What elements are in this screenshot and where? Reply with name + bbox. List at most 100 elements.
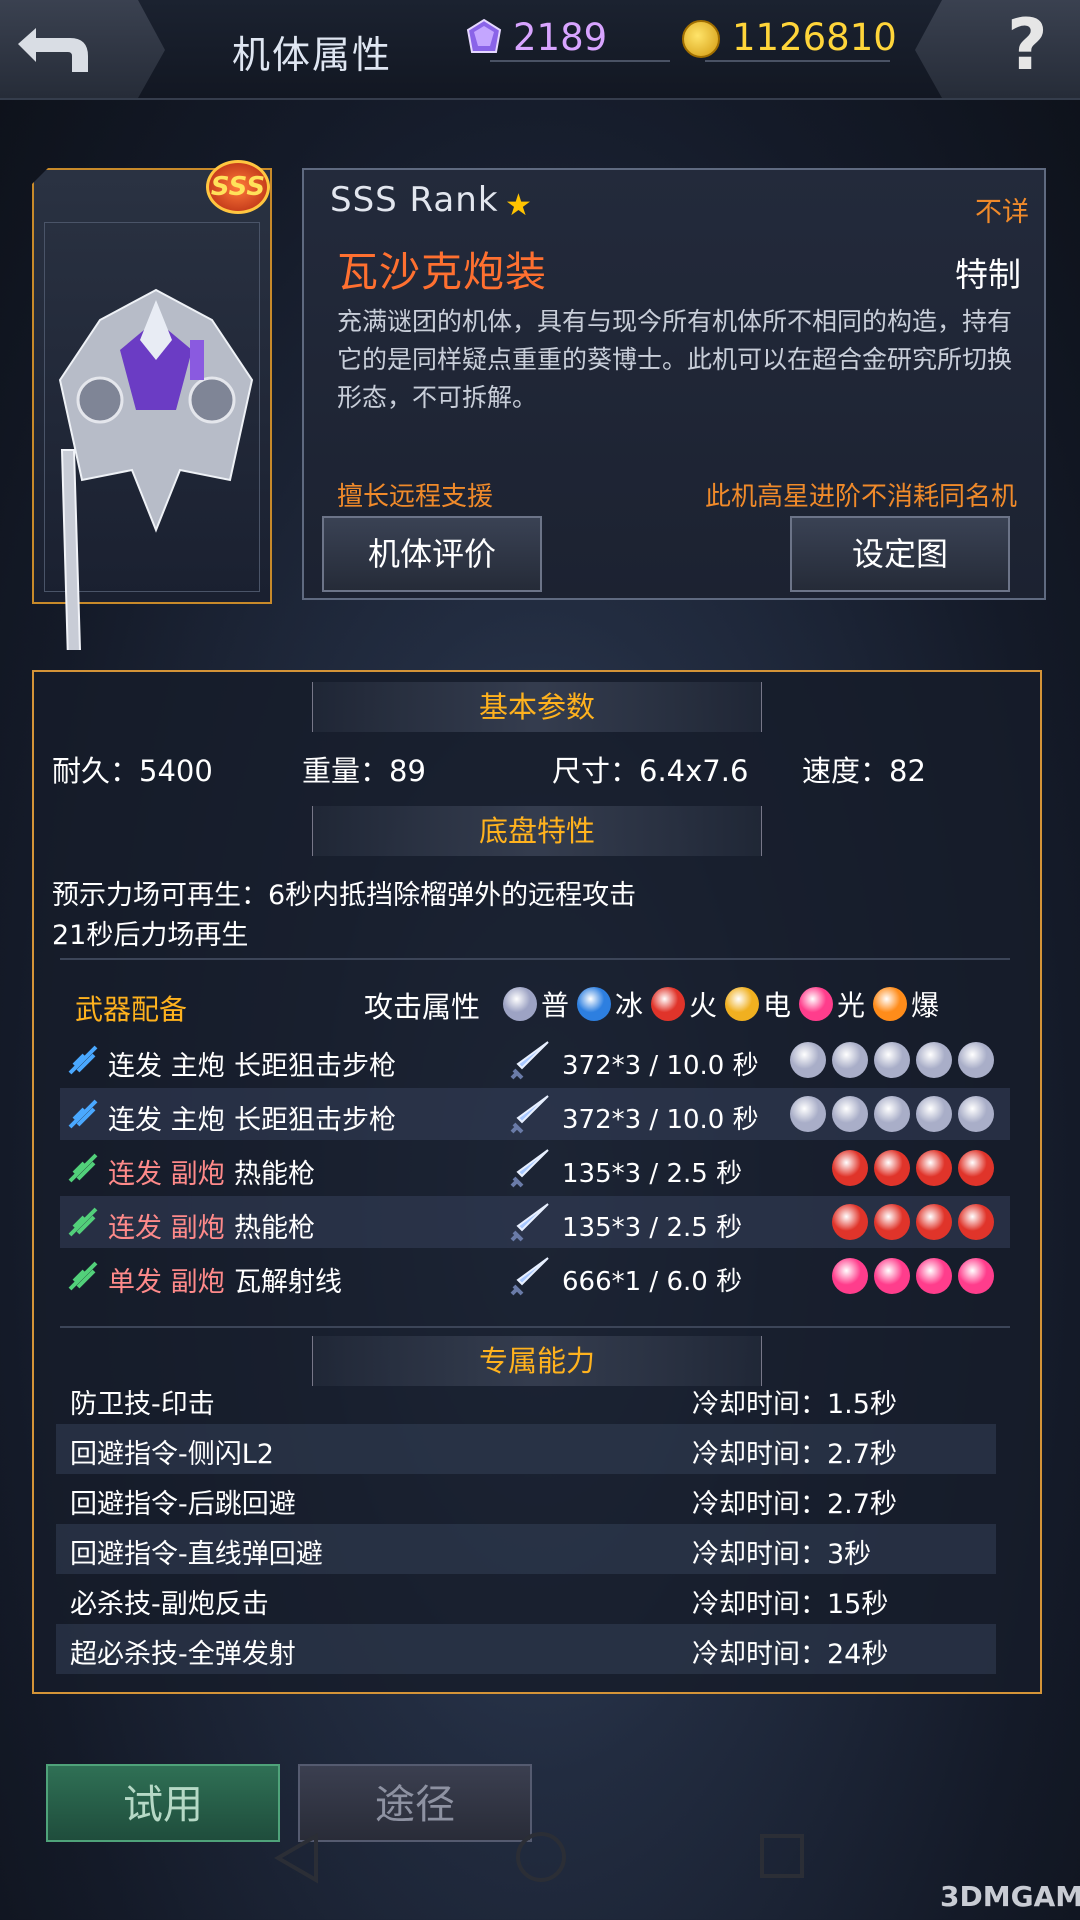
mech-description: 充满谜团的机体，具有与现今所有机体所不相同的构造，持有它的是同样疑点重重的葵博士… bbox=[337, 307, 1013, 412]
status-label: 不详 bbox=[975, 197, 1029, 228]
weapon-type-icon bbox=[68, 1153, 98, 1183]
element-slot-icon bbox=[832, 1204, 868, 1240]
ability-cooldown: 冷却时间：3秒 bbox=[692, 1539, 872, 1570]
sword-icon bbox=[510, 1149, 549, 1188]
element-slot-icon bbox=[958, 1204, 994, 1240]
element-slot-icon bbox=[958, 1096, 994, 1132]
ability-row: 必杀技-副炮反击 冷却时间：15秒 bbox=[56, 1574, 996, 1624]
try-button[interactable]: 试用 bbox=[46, 1764, 280, 1842]
ability-name: 必杀技-副炮反击 bbox=[70, 1589, 269, 1620]
element-slot-icon bbox=[874, 1042, 910, 1078]
element-slots bbox=[832, 1204, 994, 1240]
ability-name: 防卫技-印击 bbox=[70, 1390, 215, 1420]
weapon-name: 热能枪 bbox=[234, 1213, 315, 1244]
weapon-type: 连发 主炮 bbox=[108, 1105, 225, 1136]
ability-cooldown: 冷却时间：24秒 bbox=[692, 1639, 889, 1670]
weapon-type-icon bbox=[68, 1207, 98, 1237]
element-1: 冰 bbox=[577, 984, 643, 1024]
element-slot-icon bbox=[790, 1042, 826, 1078]
weapon-type: 连发 主炮 bbox=[108, 1051, 225, 1082]
weapon-type: 单发 副炮 bbox=[108, 1267, 225, 1298]
nav-recents-icon[interactable] bbox=[760, 1834, 804, 1878]
element-0: 普 bbox=[503, 984, 569, 1024]
chassis-line-2: 21秒后力场再生 bbox=[52, 920, 249, 951]
element-slot-icon bbox=[832, 1150, 868, 1186]
element-icon bbox=[725, 987, 759, 1021]
star-icon: ★ bbox=[505, 188, 532, 223]
basic-params-title: 基本参数 bbox=[312, 682, 762, 732]
attack-attribute-label: 攻击属性 bbox=[364, 990, 481, 1024]
weapon-damage: 135*3 / 2.5 秒 bbox=[562, 1159, 743, 1189]
upgrade-note: 此机高星进阶不消耗同名机 bbox=[705, 482, 1018, 512]
divider bbox=[60, 1326, 1010, 1328]
element-label: 普 bbox=[541, 989, 570, 1022]
ability-cooldown: 冷却时间：1.5秒 bbox=[692, 1390, 897, 1420]
element-slot-icon bbox=[874, 1150, 910, 1186]
help-icon: ? bbox=[1007, 4, 1048, 86]
ability-name: 回避指令-直线弹回避 bbox=[70, 1539, 323, 1570]
ability-name: 超必杀技-全弹发射 bbox=[70, 1639, 296, 1670]
sword-icon bbox=[510, 1041, 549, 1080]
watermark: 3DMGAME bbox=[940, 1880, 1080, 1913]
ability-row: 超必杀技-全弹发射 冷却时间：24秒 bbox=[56, 1624, 996, 1674]
chassis-description: 预示力场可再生：6秒内抵挡除榴弹外的远程攻击 21秒后力场再生 bbox=[52, 876, 636, 956]
element-slot-icon bbox=[916, 1204, 952, 1240]
back-button[interactable] bbox=[0, 0, 165, 98]
coin-count: 1126810 bbox=[732, 16, 897, 59]
concept-art-button[interactable]: 设定图 bbox=[790, 516, 1010, 592]
weapon-damage: 135*3 / 2.5 秒 bbox=[562, 1213, 743, 1243]
gem-underline bbox=[490, 60, 670, 62]
weapon-name: 长距狙击步枪 bbox=[234, 1105, 396, 1136]
rank-badge: SSS bbox=[206, 160, 270, 214]
element-slots bbox=[832, 1258, 994, 1294]
weapon-type-icon bbox=[68, 1261, 98, 1291]
weapon-type: 连发 副炮 bbox=[108, 1159, 225, 1190]
element-slot-icon bbox=[874, 1258, 910, 1294]
help-button[interactable]: ? bbox=[915, 0, 1080, 98]
element-icon bbox=[651, 987, 685, 1021]
element-slot-icon bbox=[958, 1258, 994, 1294]
weapon-type-icon bbox=[68, 1099, 98, 1129]
ability-row: 回避指令-侧闪L2 冷却时间：2.7秒 bbox=[56, 1424, 996, 1474]
mech-evaluation-button[interactable]: 机体评价 bbox=[322, 516, 542, 592]
back-arrow-icon bbox=[18, 28, 88, 72]
element-icon bbox=[577, 987, 611, 1021]
element-label: 电 bbox=[763, 989, 792, 1022]
element-slot-icon bbox=[916, 1096, 952, 1132]
abilities-list[interactable]: 防卫技-印击 冷却时间：1.5秒回避指令-侧闪L2 冷却时间：2.7秒回避指令-后跳… bbox=[40, 1390, 1030, 1686]
ability-name: 回避指令-侧闪L2 bbox=[70, 1439, 274, 1470]
ability-cooldown: 冷却时间：2.7秒 bbox=[692, 1439, 897, 1470]
element-slots bbox=[790, 1042, 994, 1078]
weapon-name: 瓦解射线 bbox=[234, 1267, 342, 1298]
nav-back-icon[interactable] bbox=[272, 1832, 324, 1884]
element-3: 电 bbox=[725, 984, 791, 1024]
mech-portrait-image bbox=[58, 288, 254, 650]
ability-cooldown: 冷却时间：15秒 bbox=[692, 1589, 889, 1620]
element-slot-icon bbox=[958, 1150, 994, 1186]
weapon-damage: 666*1 / 6.0 秒 bbox=[562, 1267, 743, 1297]
element-slots bbox=[790, 1096, 994, 1132]
gem-icon bbox=[466, 18, 502, 53]
weapon-type-icon bbox=[68, 1045, 98, 1075]
element-slot-icon bbox=[790, 1096, 826, 1132]
element-label: 光 bbox=[837, 989, 866, 1022]
mech-name: 瓦沙克炮装 bbox=[337, 248, 547, 296]
weapon-name: 热能枪 bbox=[234, 1159, 315, 1190]
chassis-title: 底盘特性 bbox=[312, 806, 762, 856]
element-slot-icon bbox=[958, 1042, 994, 1078]
mech-category: 特制 bbox=[955, 255, 1021, 294]
weapon-name: 长距狙击步枪 bbox=[234, 1051, 396, 1082]
stat-size: 尺寸：6.4x7.6 bbox=[552, 754, 749, 788]
source-button[interactable]: 途径 bbox=[298, 1764, 532, 1842]
element-slot-icon bbox=[916, 1150, 952, 1186]
page-title: 机体属性 bbox=[232, 33, 393, 77]
rank-text: SSS Rank bbox=[330, 180, 499, 220]
chassis-line-1: 预示力场可再生：6秒内抵挡除榴弹外的远程攻击 bbox=[52, 880, 637, 911]
weapon-damage: 372*3 / 10.0 秒 bbox=[562, 1051, 759, 1081]
element-icon bbox=[503, 987, 537, 1021]
nav-home-icon[interactable] bbox=[516, 1832, 566, 1882]
element-slot-icon bbox=[832, 1258, 868, 1294]
ability-row: 回避指令-后跳回避 冷却时间：2.7秒 bbox=[56, 1474, 996, 1524]
element-label: 火 bbox=[689, 989, 718, 1022]
element-slot-icon bbox=[916, 1258, 952, 1294]
